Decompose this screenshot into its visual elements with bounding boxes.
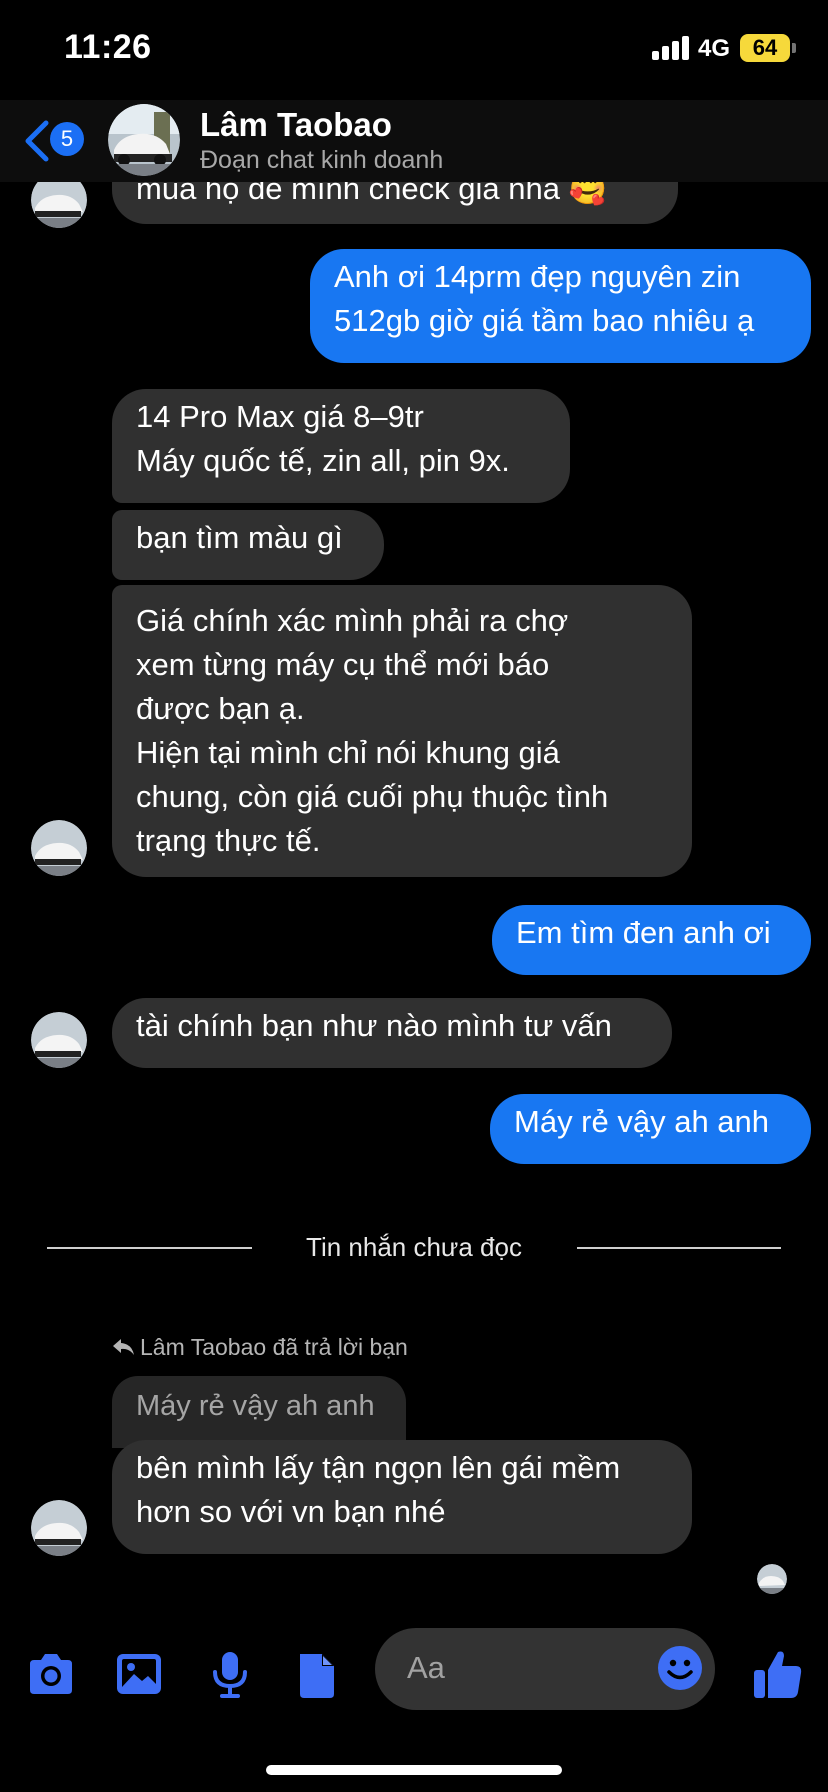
unread-count-badge: 5: [50, 122, 84, 156]
photo-gallery-icon[interactable]: [113, 1648, 167, 1702]
quoted-message[interactable]: Máy rẻ vậy ah anh: [112, 1376, 406, 1448]
contact-avatar-small[interactable]: [31, 820, 87, 876]
battery-icon: 64: [740, 34, 790, 62]
composer-bar: Aa: [0, 1620, 828, 1720]
divider-line-right: [577, 1247, 781, 1249]
chat-subtitle: Đoạn chat kinh doanh: [200, 146, 444, 174]
message-bubble-incoming[interactable]: bạn tìm màu gì: [112, 510, 384, 580]
back-button[interactable]: 5: [22, 116, 92, 166]
message-bubble-incoming[interactable]: bên mình lấy tận ngọn lên gái mềm hơn so…: [112, 1440, 692, 1554]
status-bar: 11:26 4G 64: [0, 0, 828, 100]
camera-icon[interactable]: [24, 1648, 78, 1702]
message-bubble-incoming[interactable]: 14 Pro Max giá 8–9tr Máy quốc tế, zin al…: [112, 389, 570, 503]
battery-tip: [792, 43, 796, 53]
chat-header: 5 Lâm Taobao Đoạn chat kinh doanh: [0, 100, 828, 182]
message-bubble-outgoing[interactable]: Anh ơi 14prm đẹp nguyên zin 512gb giờ gi…: [310, 249, 811, 363]
home-indicator[interactable]: [266, 1765, 562, 1775]
reply-label-text: Lâm Taobao đã trả lời bạn: [140, 1334, 408, 1360]
read-receipt-avatar: [757, 1564, 787, 1594]
reply-indicator: Lâm Taobao đã trả lời bạn: [113, 1334, 408, 1361]
contact-avatar-small[interactable]: [31, 1012, 87, 1068]
microphone-icon[interactable]: [203, 1648, 257, 1702]
thumbs-up-icon[interactable]: [750, 1646, 806, 1702]
contact-name[interactable]: Lâm Taobao: [200, 106, 392, 144]
message-input[interactable]: Aa: [375, 1628, 715, 1710]
network-type: 4G: [698, 35, 731, 62]
message-bubble-outgoing[interactable]: Máy rẻ vậy ah anh: [490, 1094, 811, 1164]
file-attachment-icon[interactable]: [290, 1648, 344, 1702]
emoji-icon[interactable]: [657, 1645, 703, 1691]
message-bubble-incoming[interactable]: tài chính bạn như nào mình tư vấn: [112, 998, 672, 1068]
contact-avatar-small[interactable]: [31, 1500, 87, 1556]
cellular-signal-icon: [652, 36, 690, 60]
message-bubble-outgoing[interactable]: Em tìm đen anh ơi: [492, 905, 811, 975]
reply-arrow-icon: [113, 1339, 134, 1355]
status-time: 11:26: [64, 28, 152, 66]
message-input-placeholder: Aa: [407, 1650, 445, 1685]
message-bubble-incoming[interactable]: Giá chính xác mình phải ra chợ xem từng …: [112, 585, 692, 877]
contact-avatar[interactable]: [108, 104, 180, 176]
